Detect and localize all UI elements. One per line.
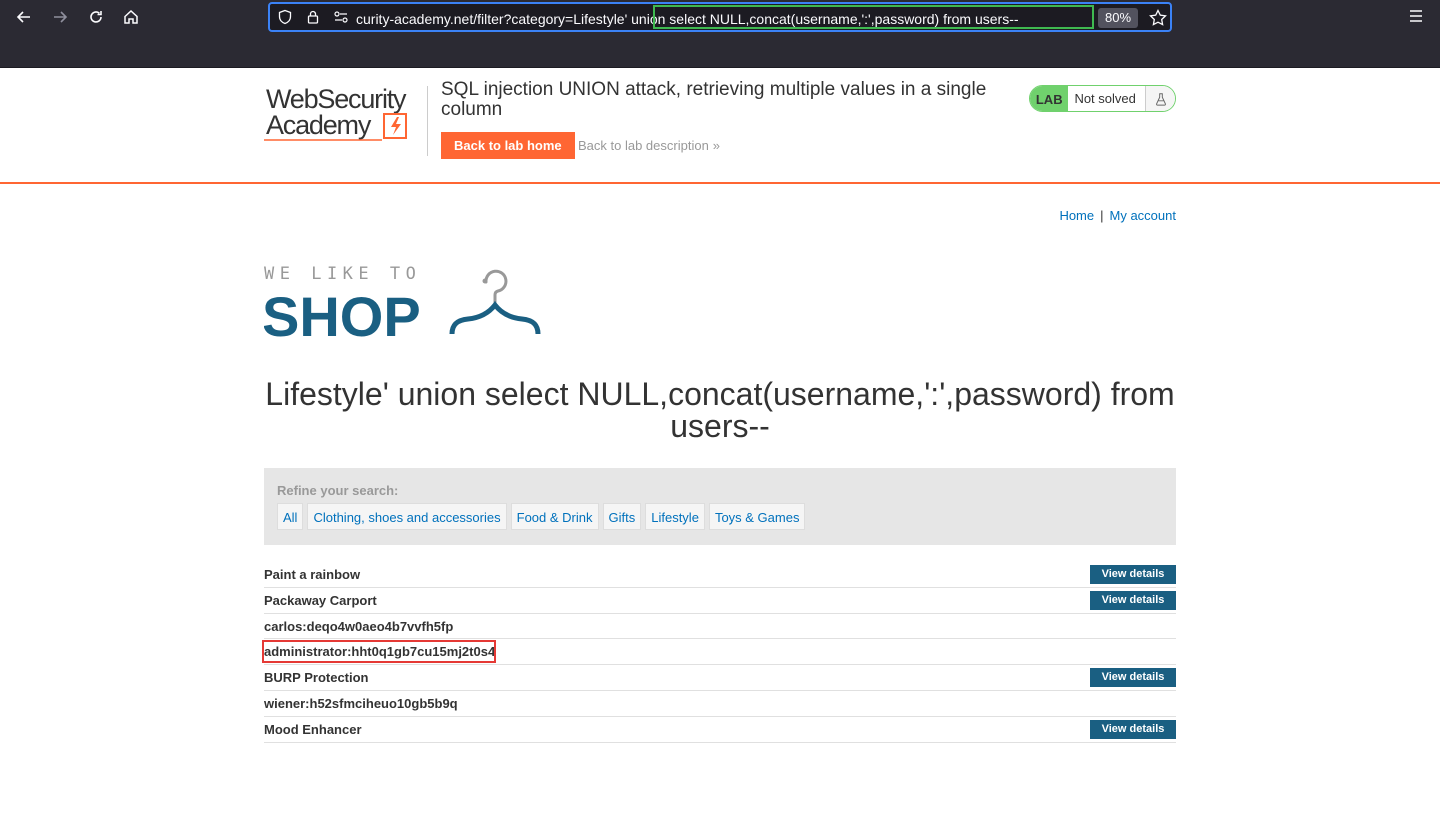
url-bar[interactable]: curity-academy.net/filter?category=Lifes… <box>268 2 1172 32</box>
svg-text:SHOP: SHOP <box>264 285 421 340</box>
filter-clothing[interactable]: Clothing, shoes and accessories <box>307 503 507 530</box>
back-button[interactable] <box>11 4 37 30</box>
bookmark-star-icon[interactable] <box>1148 8 1168 28</box>
filter-lifestyle[interactable]: Lifestyle <box>645 503 705 530</box>
back-to-lab-description-label: Back to lab description <box>578 138 709 153</box>
home-button[interactable] <box>118 4 144 30</box>
double-chevron-right-icon: » <box>712 138 721 153</box>
logo-divider <box>427 86 428 156</box>
reload-icon <box>90 11 102 23</box>
product-name: Paint a rainbow <box>264 567 361 582</box>
flask-icon <box>1145 86 1175 111</box>
view-details-button[interactable]: View details <box>1090 590 1176 610</box>
browser-toolbar: curity-academy.net/filter?category=Lifes… <box>0 0 1440 68</box>
credential-entry: wiener:h52sfmciheuo10gb5b9q <box>264 695 458 711</box>
filter-all[interactable]: All <box>277 503 304 530</box>
back-to-lab-home-button[interactable]: Back to lab home <box>441 132 575 159</box>
url-text[interactable]: curity-academy.net/filter?category=Lifes… <box>356 9 1096 29</box>
permissions-icon[interactable] <box>332 8 350 26</box>
web-security-academy-logo[interactable]: WebSecurity Academy <box>264 84 426 144</box>
lab-badge: LAB <box>1030 86 1069 111</box>
filter-food-drink[interactable]: Food & Drink <box>510 503 599 530</box>
view-details-button[interactable]: View details <box>1090 565 1176 584</box>
nav-separator: | <box>1100 208 1104 223</box>
lab-header: WebSecurity Academy SQL injection UNION … <box>0 68 1440 184</box>
product-table: Paint a rainbow View details Packaway Ca… <box>262 562 1176 743</box>
credential-entry: administrator:hht0q1gb7cu15mj2t0s4 <box>264 644 496 660</box>
category-filters: All Clothing, shoes and accessories Food… <box>277 503 806 530</box>
home-link[interactable]: Home <box>1059 208 1094 223</box>
table-row: Mood Enhancer View details <box>264 717 1176 743</box>
product-name: Mood Enhancer <box>264 721 362 737</box>
lock-icon[interactable] <box>304 8 322 26</box>
table-row: Paint a rainbow View details <box>264 562 1176 588</box>
refine-search-panel: Refine your search: All Clothing, shoes … <box>264 468 1176 545</box>
filter-toys-games[interactable]: Toys & Games <box>708 503 806 530</box>
svg-text:WE LIKE TO: WE LIKE TO <box>264 264 421 284</box>
lab-status-widget: LAB Not solved <box>1029 85 1176 112</box>
shield-icon[interactable] <box>276 8 294 26</box>
lab-title: SQL injection UNION attack, retrieving m… <box>441 79 987 120</box>
table-row: BURP Protection View details <box>264 665 1176 691</box>
arrow-right-icon <box>54 11 68 23</box>
table-row: wiener:h52sfmciheuo10gb5b9q <box>264 691 1176 717</box>
back-to-lab-description-link[interactable]: Back to lab description» <box>578 138 720 153</box>
we-like-to-shop-logo: WE LIKE TO SHOP <box>262 264 546 348</box>
product-name: Packaway Carport <box>264 592 377 608</box>
svg-text:Academy: Academy <box>266 110 372 140</box>
zoom-level-badge[interactable]: 80% <box>1098 8 1138 28</box>
filter-gifts[interactable]: Gifts <box>602 503 642 530</box>
reload-button[interactable] <box>83 4 109 30</box>
my-account-link[interactable]: My account <box>1110 208 1176 223</box>
account-nav: Home | My account <box>1000 208 1176 224</box>
home-icon <box>124 9 138 24</box>
lab-status-text: Not solved <box>1074 91 1136 106</box>
table-row: carlos:deqo4w0aeo4b7vvfh5fp <box>264 614 1176 640</box>
table-row: Packaway Carport View details <box>264 588 1176 614</box>
category-title: Lifestyle' union select NULL,concat(user… <box>265 376 1175 444</box>
product-name: BURP Protection <box>264 670 369 686</box>
refine-label: Refine your search: <box>277 483 399 498</box>
forward-button[interactable] <box>47 4 73 30</box>
view-details-button[interactable]: View details <box>1090 668 1176 688</box>
credential-entry: carlos:deqo4w0aeo4b7vvfh5fp <box>264 618 454 634</box>
hamburger-menu-icon[interactable] <box>1406 6 1426 26</box>
arrow-left-icon <box>16 11 30 23</box>
table-row: administrator:hht0q1gb7cu15mj2t0s4 <box>262 639 1176 666</box>
view-details-button[interactable]: View details <box>1090 719 1176 739</box>
